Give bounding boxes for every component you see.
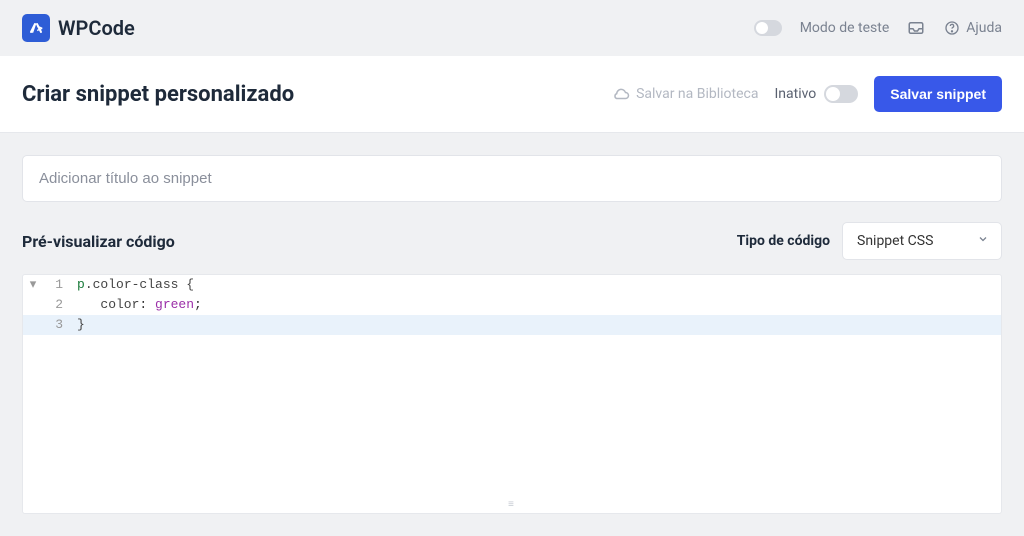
fold-gutter[interactable]: ▾ <box>23 275 43 295</box>
line-number: 3 <box>43 315 73 335</box>
page-title: Criar snippet personalizado <box>22 82 294 107</box>
code-editor[interactable]: ▾1p.color-class {2 color: green;3}≡ <box>22 274 1002 514</box>
line-number: 2 <box>43 295 73 315</box>
preview-header-row: Pré-visualizar código Tipo de código Sni… <box>22 222 1002 260</box>
help-link[interactable]: Ajuda <box>943 19 1002 37</box>
cloud-icon <box>612 85 630 103</box>
brand-name: WPCode <box>58 16 135 40</box>
active-toggle[interactable] <box>824 85 858 103</box>
brand-logo: /> WPCode <box>22 14 135 42</box>
code-type-value: Snippet CSS <box>857 233 933 249</box>
code-type-label: Tipo de código <box>737 233 830 249</box>
save-snippet-button[interactable]: Salvar snippet <box>874 76 1002 112</box>
line-content[interactable]: } <box>73 315 1001 335</box>
line-number: 1 <box>43 275 73 295</box>
editor-line[interactable]: 2 color: green; <box>23 295 1001 315</box>
cloud-save-label: Salvar na Biblioteca <box>636 86 758 102</box>
code-type-group: Tipo de código Snippet CSS <box>737 222 1002 260</box>
snippet-title-input[interactable] <box>22 155 1002 202</box>
help-icon <box>943 19 961 37</box>
fold-gutter[interactable] <box>23 295 43 315</box>
subheader-actions: Salvar na Biblioteca Inativo Salvar snip… <box>612 76 1002 112</box>
fold-gutter[interactable] <box>23 315 43 335</box>
test-mode-toggle[interactable] <box>754 20 782 36</box>
inbox-icon[interactable] <box>907 19 925 37</box>
svg-text:/>: /> <box>31 21 43 35</box>
topbar: /> WPCode Modo de teste Ajuda <box>0 0 1024 56</box>
line-content[interactable]: p.color-class { <box>73 275 1001 295</box>
editor-line[interactable]: 3} <box>23 315 1001 335</box>
content-area: Pré-visualizar código Tipo de código Sni… <box>0 133 1024 536</box>
chevron-down-icon <box>977 233 989 249</box>
test-mode-label: Modo de teste <box>800 20 890 36</box>
snippet-status: Inativo <box>774 85 858 103</box>
topbar-actions: Modo de teste Ajuda <box>754 19 1002 37</box>
status-label: Inativo <box>774 86 816 102</box>
editor-line[interactable]: ▾1p.color-class { <box>23 275 1001 295</box>
line-content[interactable]: color: green; <box>73 295 1001 315</box>
preview-label: Pré-visualizar código <box>22 232 175 251</box>
wpcode-logo-icon: /> <box>22 14 50 42</box>
subheader: Criar snippet personalizado Salvar na Bi… <box>0 56 1024 133</box>
help-label: Ajuda <box>966 20 1002 36</box>
code-type-select[interactable]: Snippet CSS <box>842 222 1002 260</box>
cloud-save-link[interactable]: Salvar na Biblioteca <box>612 85 758 103</box>
